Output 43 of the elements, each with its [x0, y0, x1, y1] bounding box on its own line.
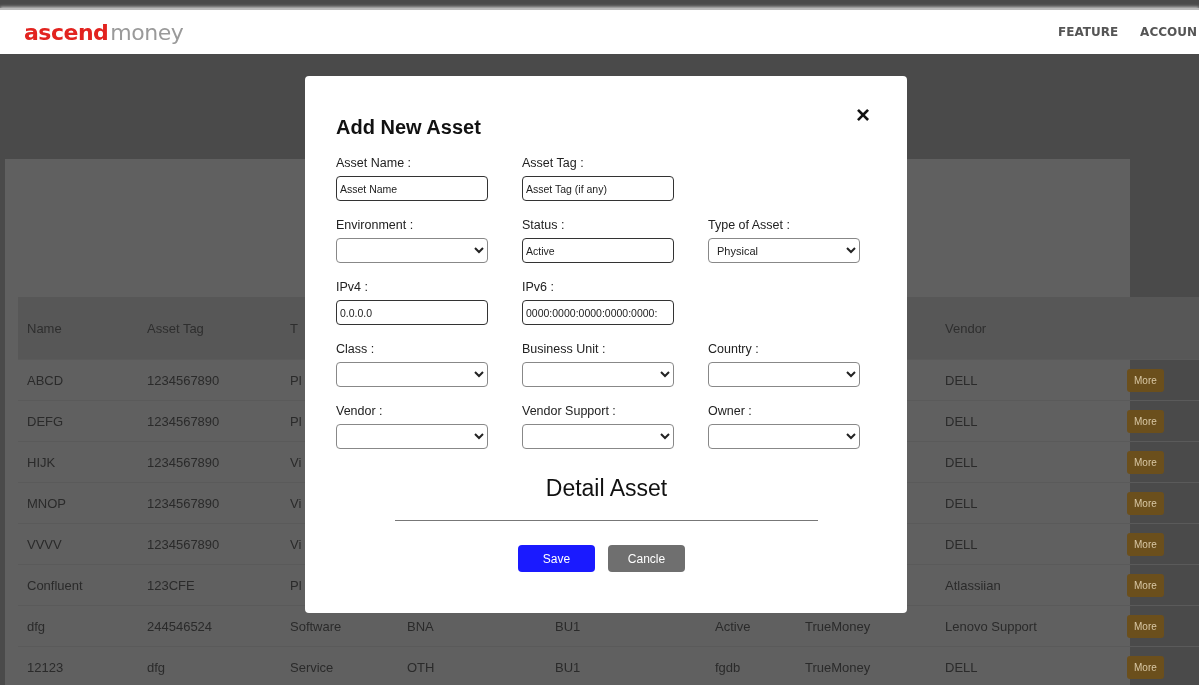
- dropdown[interactable]: [336, 362, 488, 387]
- nav-link[interactable]: FEATURE: [1058, 25, 1119, 39]
- logo-suffix[interactable]: money: [110, 19, 184, 45]
- more-button[interactable]: More: [1127, 409, 1164, 433]
- save-button[interactable]: Save: [518, 545, 595, 572]
- more-button[interactable]: More: [1127, 655, 1164, 679]
- field-label: Asset Name :: [336, 156, 413, 171]
- input-field[interactable]: Asset Tag (if any): [522, 176, 674, 201]
- dropdown[interactable]: [336, 424, 488, 449]
- more-button[interactable]: More: [1127, 491, 1164, 515]
- input-field[interactable]: 0000:0000:0000:0000:0000:: [522, 300, 674, 325]
- dropdown[interactable]: Physical: [708, 238, 860, 263]
- more-button[interactable]: More: [1127, 573, 1164, 597]
- dropdown[interactable]: [336, 238, 488, 263]
- field-label: Owner :: [708, 404, 753, 419]
- cancel-button[interactable]: Cancle: [608, 545, 685, 572]
- more-button[interactable]: More: [1127, 532, 1164, 556]
- field-label: IPv6 :: [522, 280, 555, 295]
- more-button[interactable]: More: [1127, 614, 1164, 638]
- modal-title: Add New Asset: [336, 116, 481, 139]
- field-label: Vendor :: [336, 404, 384, 419]
- field-label: Class :: [336, 342, 376, 357]
- field-label: Environment :: [336, 218, 415, 233]
- dropdown[interactable]: [522, 424, 674, 449]
- section-title: Detail Asset: [544, 475, 669, 502]
- field-label: Vendor Support :: [522, 404, 617, 419]
- field-label: Status :: [522, 218, 566, 233]
- input-field[interactable]: Asset Name: [336, 176, 488, 201]
- more-button[interactable]: More: [1127, 368, 1164, 392]
- dropdown[interactable]: [708, 362, 860, 387]
- logo-brand[interactable]: ascend: [24, 19, 109, 45]
- dropdown[interactable]: [522, 362, 674, 387]
- nav-link[interactable]: ACCOUN: [1140, 25, 1197, 39]
- field-label: Business Unit :: [522, 342, 607, 357]
- field-label: IPv4 :: [336, 280, 369, 295]
- field-label: Country :: [708, 342, 760, 357]
- input-field[interactable]: 0.0.0.0: [336, 300, 488, 325]
- dropdown[interactable]: [708, 424, 860, 449]
- input-field[interactable]: Active: [522, 238, 674, 263]
- more-button[interactable]: More: [1127, 450, 1164, 474]
- field-label: Type of Asset :: [708, 218, 791, 233]
- field-label: Asset Tag :: [522, 156, 585, 171]
- close-button[interactable]: ×: [849, 103, 877, 127]
